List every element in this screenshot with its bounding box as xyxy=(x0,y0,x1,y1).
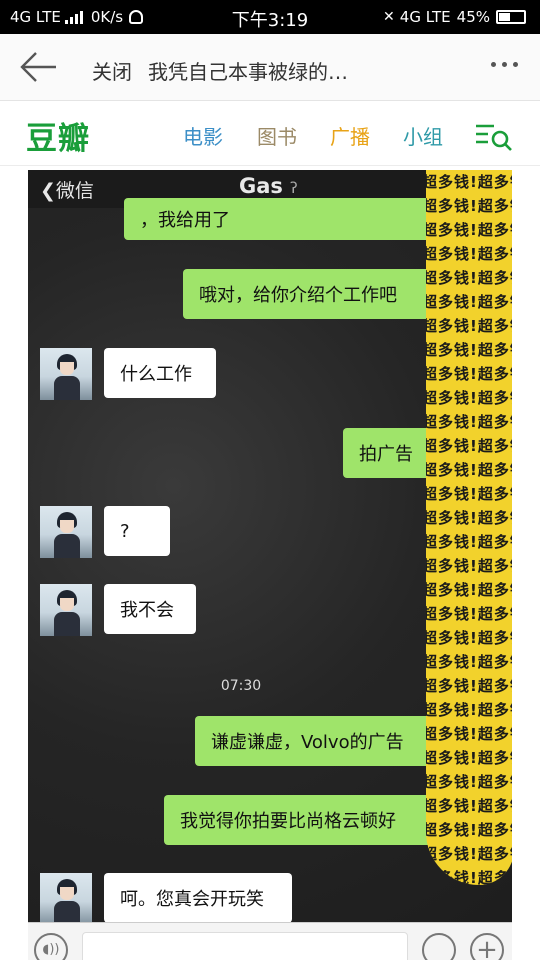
browser-toolbar: 关闭 我凭自己本事被绿的… xyxy=(0,34,540,101)
sticker-text: 超多钱!超多钱! xyxy=(426,389,512,407)
plus-icon: + xyxy=(470,933,504,960)
avatar xyxy=(40,873,92,925)
wechat-back: ❮微信 xyxy=(40,176,94,203)
sticker-text: 超多钱!超多钱! xyxy=(426,605,512,623)
nav-books[interactable]: 图书 xyxy=(257,121,297,150)
status-bar: 4G LTE 0K/s 下午3:19 ✕ 4G LTE 45% xyxy=(0,0,540,34)
douban-logo[interactable]: 豆瓣 xyxy=(26,113,90,158)
message-bubble: 我觉得你拍要比尚格云顿好 xyxy=(164,795,433,845)
sticker-text: 超多钱!超多钱! xyxy=(426,653,512,671)
sticker-text: 超多钱!超多钱! xyxy=(426,341,512,359)
message-bubble: ，我给用了 xyxy=(124,198,432,240)
message-bubble: 拍广告 xyxy=(343,428,433,478)
sticker-text: 超多钱!超多钱! xyxy=(426,197,512,215)
sticker-text: 超多钱!超多钱! xyxy=(426,461,512,479)
sticker-text: 超多钱!超多钱! xyxy=(426,509,512,527)
sticker-text: 超多钱!超多钱! xyxy=(426,269,512,287)
mute-icon: ✕ xyxy=(383,9,395,25)
message-bubble: 我不会 xyxy=(104,584,196,634)
sticker-text: 超多钱!超多钱! xyxy=(426,245,512,263)
close-button[interactable]: 关闭 xyxy=(92,56,132,85)
sticker-text: 超多钱!超多钱! xyxy=(426,533,512,551)
chat-timestamp: 07:30 xyxy=(220,678,262,694)
back-arrow-icon[interactable] xyxy=(18,50,58,84)
sticker-text: 超多钱!超多钱! xyxy=(426,797,512,815)
sticker-text: 超多钱!超多钱! xyxy=(426,701,512,719)
sticker-text: 超多钱!超多钱! xyxy=(426,581,512,599)
message-input xyxy=(82,932,408,960)
message-bubble: ? xyxy=(104,506,170,556)
nav-movie[interactable]: 电影 xyxy=(183,121,223,150)
sticker-text: 超多钱!超多钱! xyxy=(426,845,512,863)
more-options-icon[interactable] xyxy=(485,62,518,67)
sticker-text: 超多钱!超多钱! xyxy=(426,293,512,311)
sticker-text: 超多钱!超多钱! xyxy=(426,869,512,885)
nav-groups[interactable]: 小组 xyxy=(403,121,443,150)
sticker-text: 超多钱!超多钱! xyxy=(426,173,512,191)
battery-percent: 45% xyxy=(456,8,490,26)
money-sticker: 超多钱!超多钱! 超多钱!超多钱! 超多钱!超多钱! 超多钱!超多钱! 超多钱!超多… xyxy=(426,170,512,885)
post-image: ❮微信 Gas ʔ ，我给用了 哦对，给你介绍个工作吧 什么工作 拍广告 ? 我… xyxy=(28,170,512,960)
avatar xyxy=(40,348,92,400)
message-bubble: 哦对，给你介绍个工作吧 xyxy=(183,269,433,319)
sticker-text: 超多钱!超多钱! xyxy=(426,365,512,383)
menu-search-icon[interactable] xyxy=(474,121,514,151)
page-title: 我凭自己本事被绿的… xyxy=(148,60,348,84)
wechat-contact-name: Gas xyxy=(239,174,283,198)
emoji-icon xyxy=(422,933,456,960)
sticker-text: 超多钱!超多钱! xyxy=(426,557,512,575)
avatar xyxy=(40,584,92,636)
earpiece-icon: ʔ xyxy=(290,179,298,197)
sticker-text: 超多钱!超多钱! xyxy=(426,317,512,335)
voice-icon: ◖)) xyxy=(34,933,68,960)
nav-broadcast[interactable]: 广播 xyxy=(330,121,370,150)
sticker-text: 超多钱!超多钱! xyxy=(426,413,512,431)
sticker-text: 超多钱!超多钱! xyxy=(426,221,512,239)
douban-nav: 豆瓣 电影 图书 广播 小组 xyxy=(0,101,540,166)
sticker-text: 超多钱!超多钱! xyxy=(426,749,512,767)
wechat-input-bar: ◖)) + xyxy=(28,922,512,960)
network-type-right: 4G LTE xyxy=(399,8,451,26)
message-bubble: 谦虚谦虚，Volvo的广告 xyxy=(195,716,433,766)
avatar xyxy=(40,506,92,558)
sticker-text: 超多钱!超多钱! xyxy=(426,725,512,743)
battery-icon xyxy=(496,10,526,24)
sticker-text: 超多钱!超多钱! xyxy=(426,437,512,455)
message-bubble: 什么工作 xyxy=(104,348,216,398)
status-right: ✕ 4G LTE 45% xyxy=(383,8,526,26)
sticker-text: 超多钱!超多钱! xyxy=(426,485,512,503)
chevron-left-icon: ❮ xyxy=(40,180,56,202)
message-bubble: 呵。您真会开玩笑 xyxy=(104,873,292,923)
sticker-text: 超多钱!超多钱! xyxy=(426,773,512,791)
sticker-text: 超多钱!超多钱! xyxy=(426,677,512,695)
wechat-back-label: 微信 xyxy=(55,180,94,202)
sticker-text: 超多钱!超多钱! xyxy=(426,821,512,839)
sticker-text: 超多钱!超多钱! xyxy=(426,629,512,647)
